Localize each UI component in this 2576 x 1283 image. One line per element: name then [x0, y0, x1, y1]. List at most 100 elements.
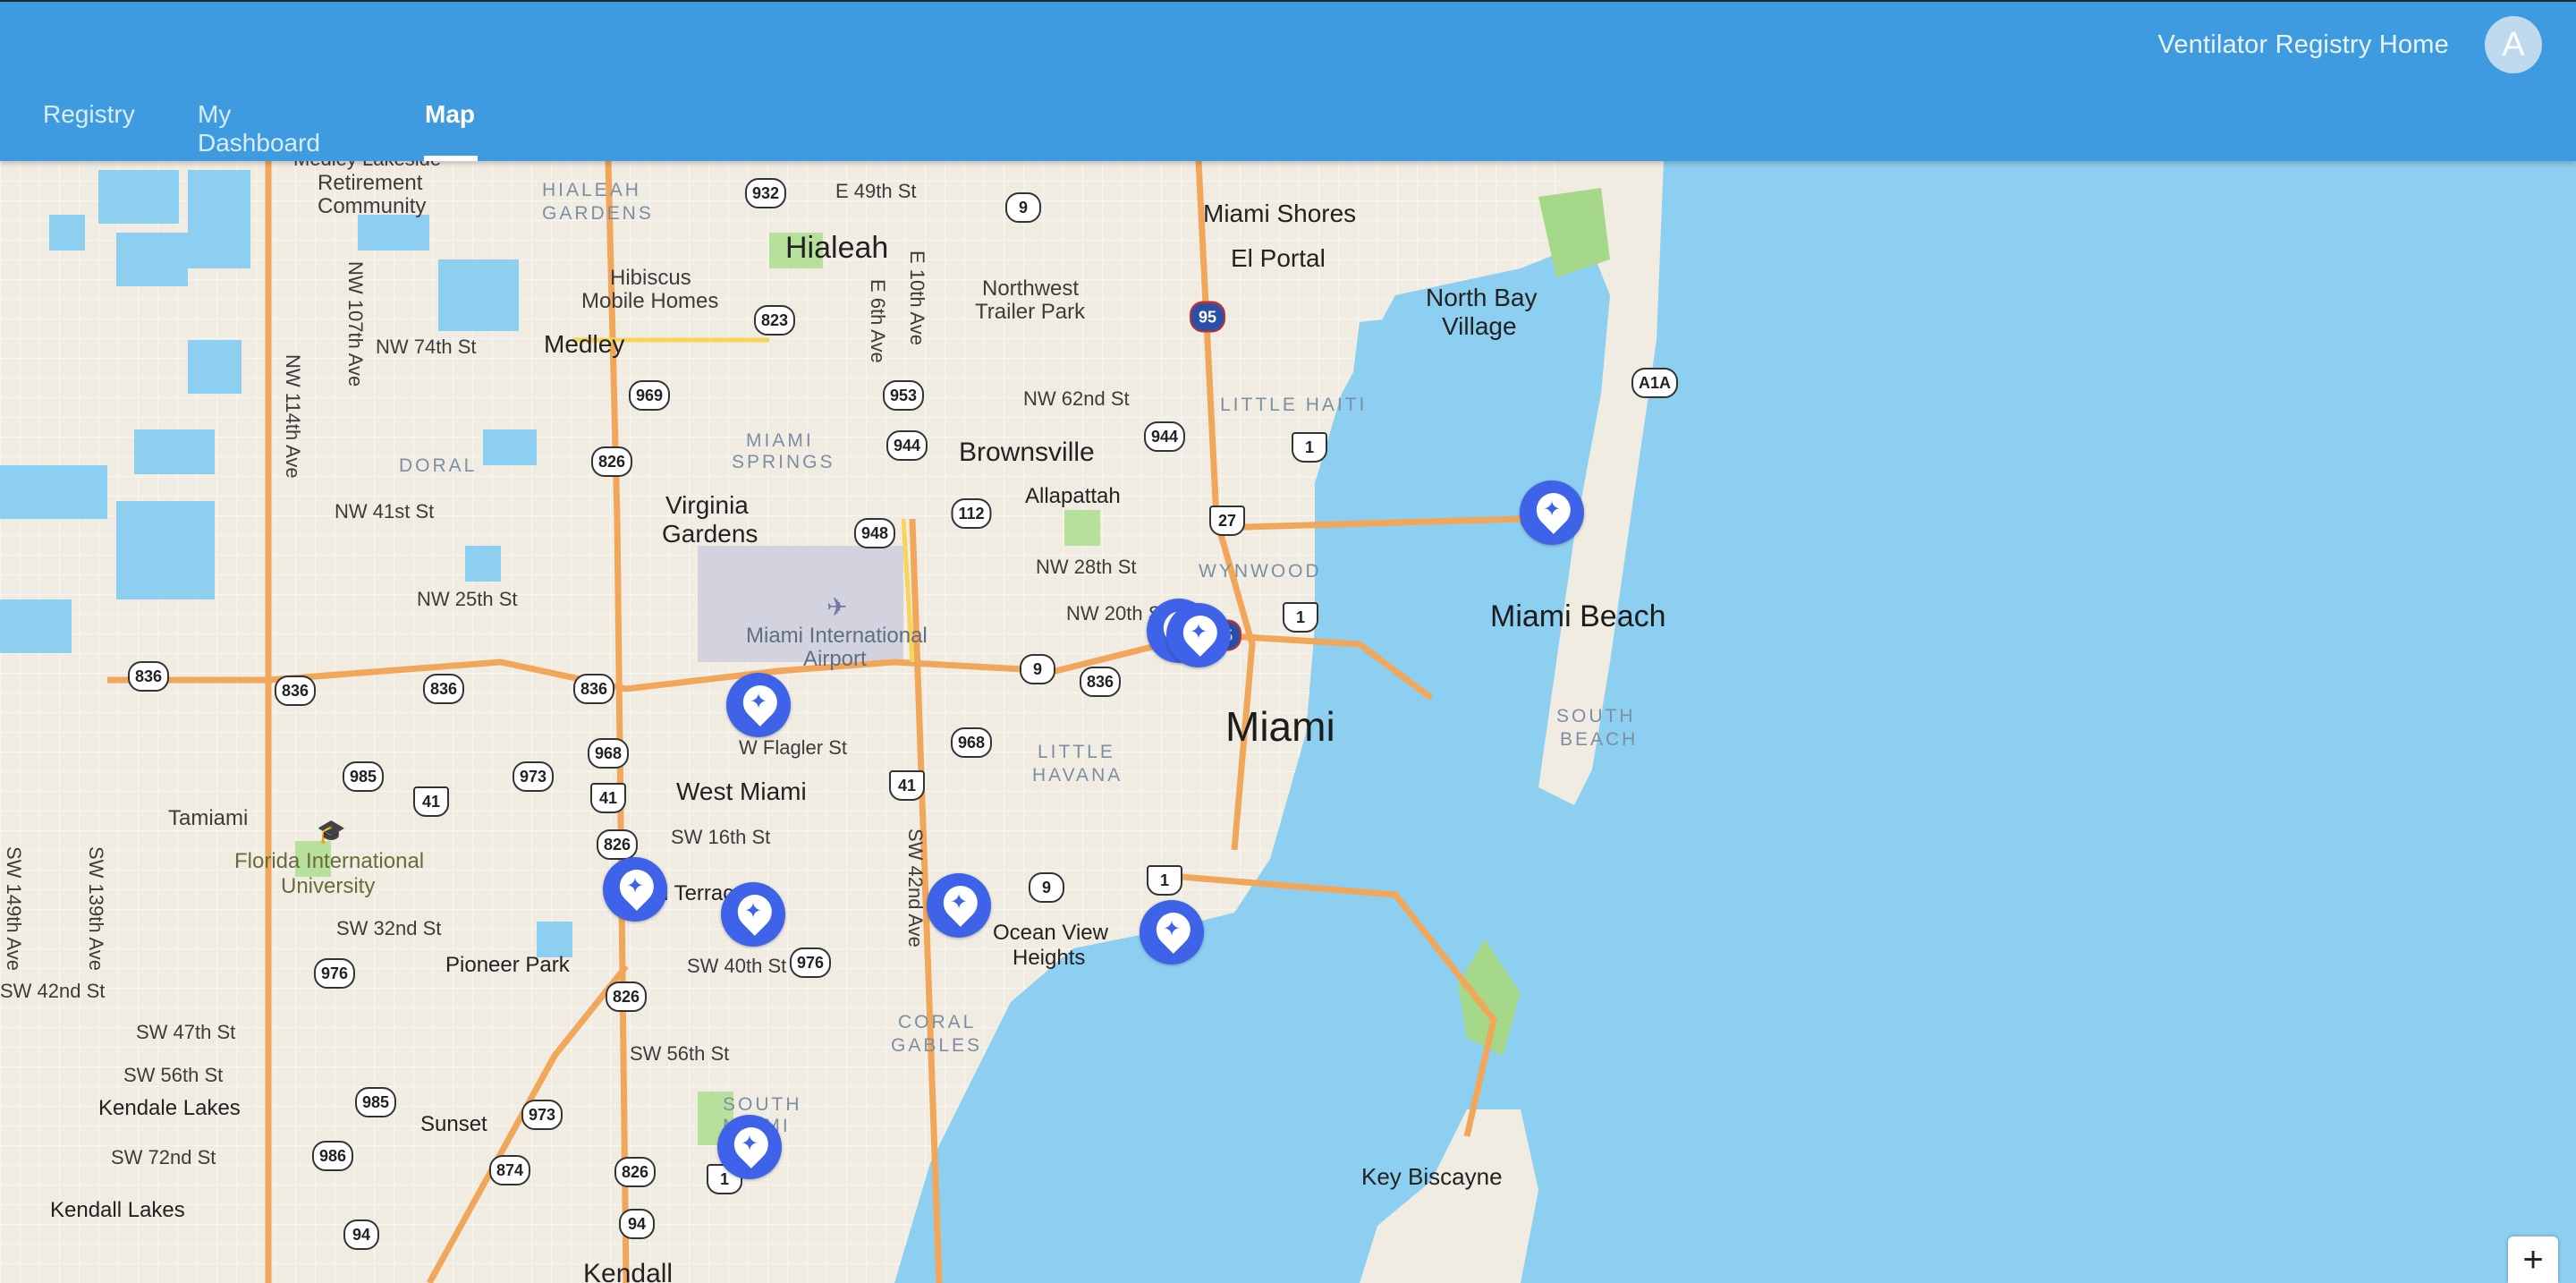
road-shield: 944: [1143, 421, 1186, 452]
label-northwest: Northwest: [982, 276, 1080, 301]
road-shield: 94: [343, 1219, 379, 1250]
road-shield: 968: [587, 738, 630, 769]
road-shield: 9: [1005, 192, 1041, 223]
label-kendale-lakes: Kendale Lakes: [98, 1096, 241, 1120]
tab-map[interactable]: Map: [425, 100, 475, 161]
airplane-icon: ✈: [826, 593, 848, 621]
location-marker[interactable]: ✦: [717, 1115, 782, 1179]
label-ocean-view: Ocean View: [993, 921, 1108, 945]
road-shield: 1: [1292, 432, 1327, 463]
label-miami-beach: Miami Beach: [1490, 599, 1666, 633]
street-sw-72nd: SW 72nd St: [111, 1146, 216, 1168]
label-allapattah: Allapattah: [1025, 484, 1121, 508]
road-shield: 9: [1029, 872, 1064, 903]
label-hialeah: Hialeah: [785, 231, 889, 265]
label-hialeah-gardens: HIALEAH: [542, 180, 641, 200]
road-shield: 826: [590, 446, 633, 477]
window-top-border: [0, 0, 2576, 2]
label-fiu-2: University: [281, 874, 376, 898]
location-marker[interactable]: ✦: [1520, 480, 1584, 545]
label-miami: Miami: [1225, 703, 1335, 750]
road-shield: 94: [619, 1209, 655, 1239]
label-hialeah-gardens-2: GARDENS: [542, 203, 654, 224]
label-el-portal: El Portal: [1231, 244, 1326, 272]
road-shield: 973: [512, 761, 555, 792]
street-sw-56th-east: SW 56th St: [630, 1042, 730, 1065]
street-e-6th-ave: E 6th Ave: [867, 279, 890, 363]
road-shield: 112: [951, 498, 992, 529]
road-shield: 41: [590, 783, 626, 813]
location-marker[interactable]: ✦: [1140, 900, 1204, 964]
road-shield: 823: [753, 305, 796, 336]
road-shield: 973: [521, 1100, 564, 1130]
road-shield: 836: [422, 674, 465, 704]
road-shield: 836: [1079, 667, 1122, 697]
label-medley: Medley: [544, 330, 625, 358]
label-little-haiti: LITTLE HAITI: [1220, 395, 1368, 415]
label-miami-shores: Miami Shores: [1203, 200, 1357, 227]
street-sw-42nd: SW 42nd St: [0, 980, 106, 1002]
street-sw-40th: SW 40th St: [687, 955, 787, 977]
label-coral-gables: CORAL: [898, 1012, 977, 1032]
location-marker[interactable]: ✦: [603, 857, 667, 922]
street-nw-41st: NW 41st St: [335, 500, 435, 523]
label-miami-international: Miami International: [746, 624, 928, 648]
label-community: Community: [318, 194, 427, 218]
label-virginia: Virginia: [665, 491, 749, 519]
road-shield: 968: [950, 727, 993, 758]
road-shield: 985: [354, 1087, 397, 1117]
label-tamiami: Tamiami: [168, 806, 249, 830]
street-sw-47th: SW 47th St: [136, 1021, 236, 1043]
label-kendall-lakes: Kendall Lakes: [50, 1198, 185, 1222]
label-miami-springs: MIAMI: [746, 430, 814, 451]
road-shield: 836: [274, 675, 317, 706]
road-shield: 41: [889, 770, 925, 801]
label-village: Village: [1442, 312, 1517, 340]
label-south-beach-2: BEACH: [1560, 729, 1639, 750]
label-hibiscus: Hibiscus: [610, 266, 691, 290]
location-marker[interactable]: ✦: [927, 873, 991, 938]
street-nw-25th: NW 25th St: [417, 588, 518, 610]
zoom-in-button[interactable]: +: [2508, 1236, 2558, 1283]
location-marker[interactable]: ✦: [1166, 603, 1231, 667]
label-airport: Airport: [803, 647, 867, 671]
label-pioneer-park: Pioneer Park: [445, 953, 570, 977]
road-shield: 948: [853, 518, 896, 548]
road-shield: 27: [1209, 506, 1245, 536]
road-shield: 969: [628, 380, 671, 411]
street-sw-42nd-ave: SW 42nd Ave: [904, 828, 928, 947]
label-north-bay: North Bay: [1426, 284, 1538, 311]
label-mobile-homes: Mobile Homes: [581, 289, 719, 313]
street-sw-149th-ave: SW 149th Ave: [3, 846, 26, 972]
label-medley-lakeside: Medley Lakeside: [293, 161, 441, 169]
location-marker[interactable]: ✦: [721, 882, 785, 947]
label-wynwood: WYNWOOD: [1199, 561, 1322, 582]
label-retirement: Retirement: [318, 171, 423, 195]
road-shield: 976: [313, 958, 356, 989]
road-shield: 1: [1147, 865, 1182, 896]
label-fiu: Florida International: [234, 849, 425, 873]
label-coral-gables-2: GABLES: [891, 1035, 983, 1056]
street-sw-32nd: SW 32nd St: [336, 917, 442, 939]
label-trailer-park: Trailer Park: [975, 300, 1086, 324]
label-little-havana: LITTLE: [1038, 742, 1115, 762]
graduation-cap-icon: 🎓: [317, 818, 346, 845]
ventilator-registry-home-link[interactable]: Ventilator Registry Home: [2157, 30, 2449, 60]
street-sw-56th-west: SW 56th St: [123, 1064, 224, 1086]
label-miami-springs-2: SPRINGS: [732, 452, 835, 472]
map-view[interactable]: Medley Lakeside Retirement Community HIA…: [0, 161, 2576, 1283]
road-shield: 826: [596, 829, 639, 860]
label-brownsville: Brownsville: [959, 438, 1095, 467]
tab-registry[interactable]: Registry: [43, 100, 135, 161]
app-bar: Ventilator Registry Home A Registry My D…: [0, 0, 2576, 161]
road-shield: 985: [342, 761, 385, 792]
location-marker[interactable]: ✦: [726, 673, 791, 737]
road-shield: 826: [605, 981, 648, 1012]
avatar[interactable]: A: [2485, 16, 2542, 73]
tab-my-dashboard[interactable]: My Dashboard: [198, 100, 320, 161]
label-little-havana-2: HAVANA: [1032, 765, 1123, 786]
label-key-biscayne: Key Biscayne: [1361, 1163, 1503, 1190]
street-nw-114th-ave: NW 114th Ave: [282, 354, 305, 479]
road-shield: 836: [127, 661, 170, 692]
street-e-49th: E 49th St: [835, 180, 917, 202]
